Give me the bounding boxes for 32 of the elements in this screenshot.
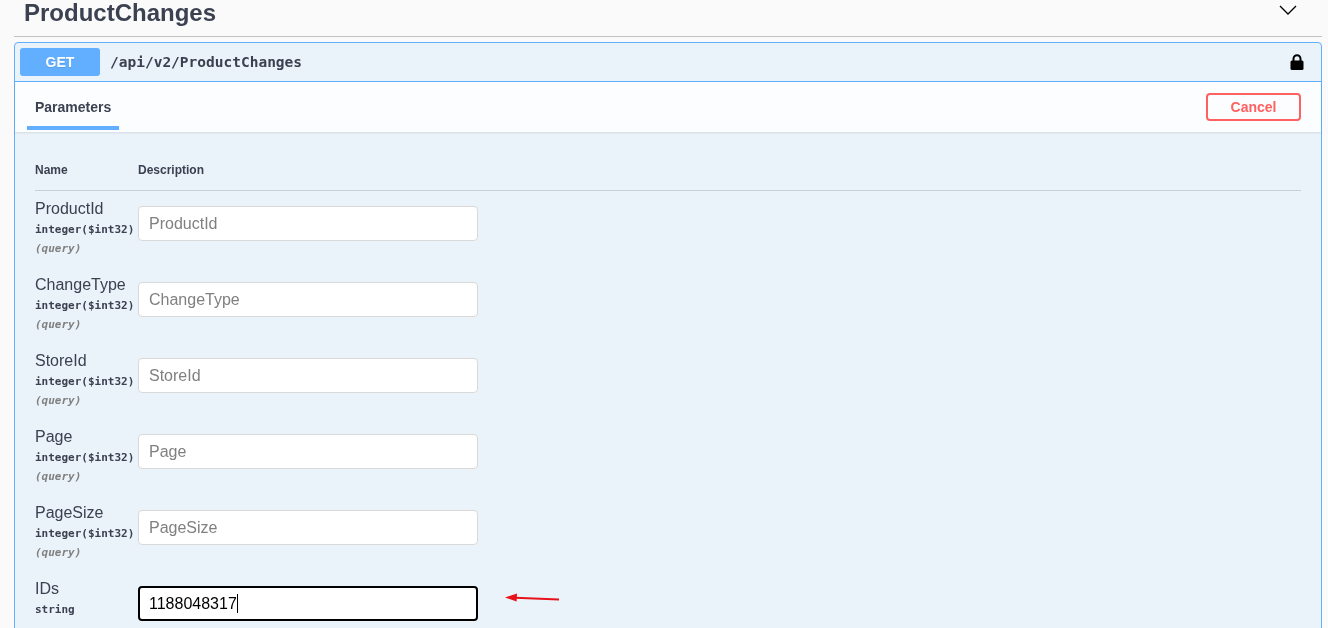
input-field[interactable]: 1188048317 bbox=[138, 586, 478, 621]
chevron-down-icon[interactable] bbox=[1279, 5, 1297, 15]
arrow-icon bbox=[505, 593, 560, 603]
parameter-name: IDs bbox=[35, 580, 59, 598]
parameter-location: (query) bbox=[35, 469, 82, 485]
section-title: ProductChanges bbox=[24, 0, 217, 26]
parameter-location: (query) bbox=[35, 241, 82, 257]
parameter-location: (query) bbox=[35, 545, 82, 561]
parameter-type: string bbox=[35, 602, 75, 618]
column-header: Description bbox=[138, 162, 205, 178]
endpoint-path: /api/v2/ProductChanges bbox=[110, 54, 303, 70]
parameter-type: integer($int32) bbox=[35, 298, 135, 314]
parameter-type: integer($int32) bbox=[35, 526, 135, 542]
parameter-location: (query) bbox=[35, 317, 82, 333]
method-badge: GET bbox=[20, 48, 100, 76]
column-header: Name bbox=[35, 162, 69, 178]
parameter-name: StoreId bbox=[35, 352, 87, 370]
input-field[interactable]: ChangeType bbox=[138, 282, 478, 317]
input-field[interactable]: StoreId bbox=[138, 358, 478, 393]
input-field[interactable]: PageSize bbox=[138, 510, 478, 545]
input-field[interactable]: ProductId bbox=[138, 206, 478, 241]
lock-icon[interactable] bbox=[1290, 54, 1304, 70]
parameter-name: ProductId bbox=[35, 200, 104, 218]
parameter-name: ChangeType bbox=[35, 276, 126, 294]
input-field[interactable]: Page bbox=[138, 434, 478, 469]
parameter-location: (query) bbox=[35, 393, 82, 409]
parameter-type: integer($int32) bbox=[35, 450, 135, 466]
tab[interactable]: Parameters bbox=[27, 82, 120, 130]
parameter-type: integer($int32) bbox=[35, 374, 135, 390]
parameter-name: Page bbox=[35, 428, 73, 446]
parameter-name: PageSize bbox=[35, 504, 104, 522]
parameter-type: integer($int32) bbox=[35, 222, 135, 238]
